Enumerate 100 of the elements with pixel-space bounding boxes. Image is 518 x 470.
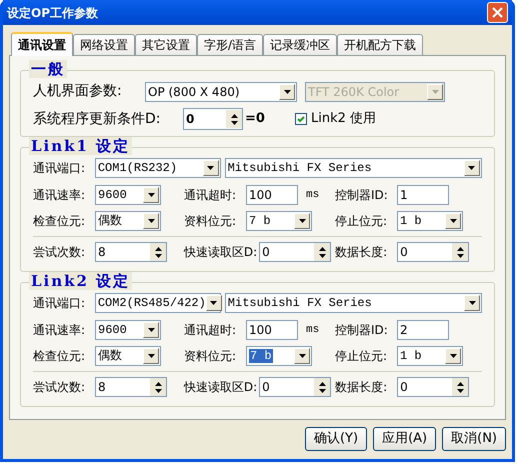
caret-icon: [432, 90, 438, 94]
tab[interactable]: 网络设置: [73, 34, 135, 55]
dropdown-button[interactable]: [143, 213, 159, 229]
dropdown-field[interactable]: COM1(RS232): [94, 158, 221, 178]
dropdown-field[interactable]: OP (800 X 480): [145, 82, 297, 102]
caret-icon: [207, 166, 214, 170]
field-label: 资料位元:: [184, 348, 238, 365]
close-button[interactable]: [487, 2, 508, 23]
dropdown-button[interactable]: [206, 295, 222, 311]
field-label: 通讯速率:: [33, 187, 86, 204]
text-field[interactable]: 100: [246, 185, 298, 205]
up-down-arrows-icon: [318, 246, 326, 258]
dropdown-field[interactable]: 偶数: [95, 211, 161, 231]
dropdown-field[interactable]: 1 b: [397, 211, 463, 231]
text-field[interactable]: 100: [246, 320, 298, 340]
unit-label: ms: [306, 188, 320, 203]
dropdown-field[interactable]: 9600: [95, 185, 161, 205]
field-label: 通讯速率:: [33, 322, 86, 339]
caret-icon: [298, 219, 306, 223]
spin-button[interactable]: [314, 378, 330, 396]
caret-icon: [468, 166, 476, 170]
tab[interactable]: 其它设置: [135, 34, 197, 55]
group-title: Link1 设定: [29, 137, 132, 155]
window-title: 设定OP工作参数: [7, 4, 99, 22]
field-label: 快速读取区D:: [184, 244, 258, 261]
close-icon: [492, 7, 503, 18]
field-label: 通讯端口:: [33, 295, 86, 312]
dropdown-field[interactable]: Mitsubishi FX Series: [224, 158, 482, 178]
group-title: Link2 设定: [29, 272, 132, 290]
dropdown-field[interactable]: Mitsubishi FX Series: [224, 293, 482, 313]
dropdown-field[interactable]: 1 b: [397, 346, 463, 366]
spin-field[interactable]: 0: [397, 377, 470, 397]
field-label: 通讯超时:: [184, 187, 238, 204]
field-label: 快速读取区D:: [184, 379, 258, 396]
dropdown-button[interactable]: [143, 322, 159, 338]
caret-icon: [298, 354, 306, 358]
spin-field[interactable]: 8: [95, 242, 167, 262]
spin-field[interactable]: 0: [259, 242, 332, 262]
spin-button[interactable]: [314, 243, 330, 261]
dialog-button[interactable]: 取消(N): [442, 427, 506, 451]
up-down-arrows-icon: [456, 382, 464, 392]
dropdown-button[interactable]: [294, 213, 310, 229]
spin-field[interactable]: 0: [183, 108, 243, 130]
dropdown-button[interactable]: [464, 295, 480, 311]
spin-field[interactable]: 8: [95, 377, 167, 397]
spin-button[interactable]: [150, 378, 166, 396]
field-label: 检查位元:: [33, 213, 86, 230]
unit-label: ms: [306, 322, 320, 338]
caret-icon: [148, 193, 154, 197]
field-label: 停止位元:: [335, 348, 388, 365]
checkbox-label: Link2 使用: [311, 110, 376, 128]
up-down-arrows-icon: [154, 246, 162, 258]
field-label: 通讯端口:: [33, 160, 86, 177]
field-label: 检查位元:: [33, 348, 86, 365]
caret-icon: [148, 354, 154, 358]
dropdown-field[interactable]: 偶数: [95, 346, 161, 366]
up-down-arrows-icon: [230, 114, 238, 124]
tab[interactable]: 记录缓冲区: [263, 34, 338, 55]
field-label: 系统程序更新条件D:: [33, 110, 162, 128]
dropdown-button[interactable]: [143, 187, 159, 203]
field-label: 数据长度:: [335, 244, 388, 261]
dialog-button[interactable]: 应用(A): [373, 427, 436, 451]
caret-icon: [148, 328, 154, 332]
up-down-arrows-icon: [456, 246, 464, 258]
dropdown-button[interactable]: [279, 84, 295, 100]
caret-icon: [450, 354, 456, 358]
spin-button[interactable]: [452, 378, 468, 396]
caret-icon: [284, 90, 290, 94]
field-label: 控制器ID:: [335, 187, 389, 204]
dropdown-button[interactable]: [464, 160, 480, 176]
dropdown-field[interactable]: COM2(RS485/422): [94, 293, 221, 313]
dropdown-field[interactable]: 9600: [95, 320, 161, 340]
dropdown-button[interactable]: [294, 348, 310, 364]
dropdown-button[interactable]: [143, 348, 159, 364]
group-title: 一般: [29, 60, 67, 78]
field-label: 人机界面参数:: [33, 82, 123, 101]
result-text: =0: [245, 110, 266, 128]
dropdown-button[interactable]: [445, 213, 461, 229]
dropdown-field[interactable]: 7 b: [246, 211, 312, 231]
dropdown-field[interactable]: 7 b: [246, 346, 312, 366]
caret-icon: [148, 219, 154, 223]
field-label: 停止位元:: [335, 213, 388, 230]
check-icon: [297, 116, 305, 122]
tab[interactable]: 通讯设置: [11, 32, 73, 56]
text-field[interactable]: 2: [397, 320, 449, 340]
spin-button[interactable]: [150, 243, 166, 261]
tab[interactable]: 字形/语言: [197, 34, 264, 55]
text-field[interactable]: 1: [397, 185, 449, 205]
caret-icon: [468, 301, 476, 305]
spin-button[interactable]: [226, 110, 242, 128]
spin-field[interactable]: 0: [259, 377, 332, 397]
dropdown-button[interactable]: [202, 160, 219, 176]
dropdown-button[interactable]: [445, 348, 461, 364]
spin-button[interactable]: [452, 243, 468, 261]
dialog-button[interactable]: 确认(Y): [304, 427, 368, 451]
spin-field[interactable]: 0: [397, 242, 470, 262]
tab[interactable]: 开机配方下载: [337, 34, 424, 55]
field-label: 数据长度:: [335, 379, 388, 396]
checkbox[interactable]: [295, 113, 307, 125]
field-label: 尝试次数:: [33, 379, 86, 396]
